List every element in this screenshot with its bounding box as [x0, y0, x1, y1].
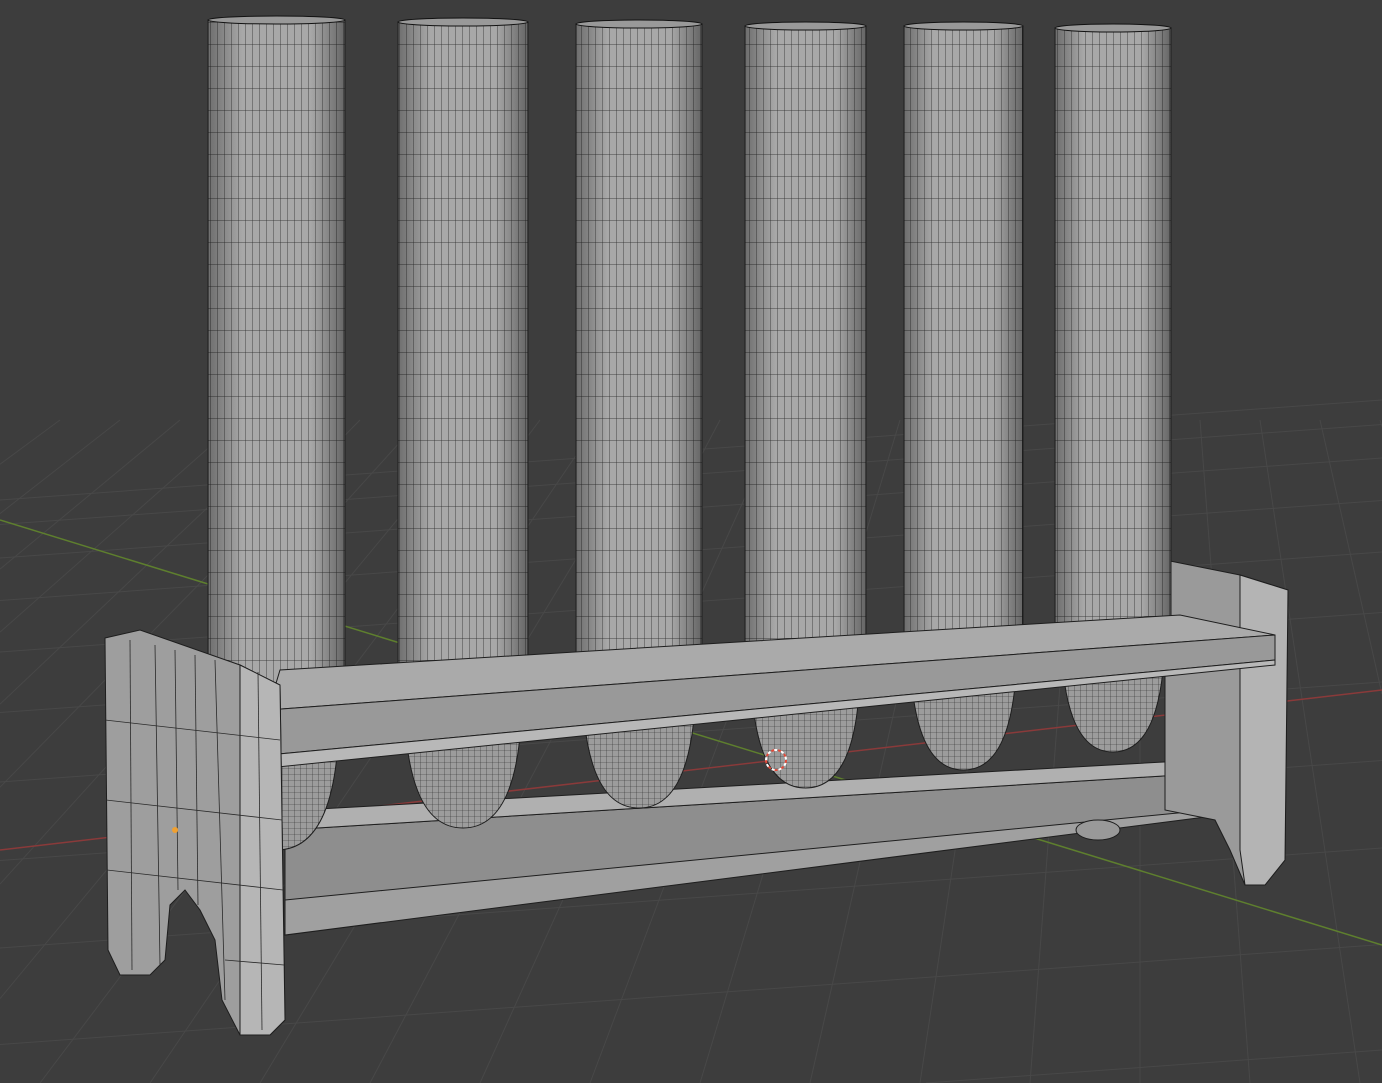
test-tube-shading — [208, 20, 345, 710]
test-tube-shading — [1055, 28, 1171, 625]
test-tube-cap — [207, 15, 346, 25]
viewport-canvas[interactable] — [0, 0, 1382, 1083]
test-tube-cap — [1054, 23, 1172, 33]
test-tube-shading — [745, 26, 866, 660]
origin-point-icon — [172, 827, 178, 833]
test-tube-cap — [744, 21, 867, 31]
test-tube-cap — [575, 19, 703, 29]
test-tube-shading — [576, 24, 702, 672]
test-tube-shading — [398, 22, 528, 690]
test-tube-cap — [397, 17, 529, 27]
test-tube-cap — [903, 21, 1024, 31]
3d-viewport[interactable] — [0, 0, 1382, 1083]
rack-left-end-panel[interactable] — [104, 629, 286, 1036]
test-tube-shading — [904, 26, 1023, 640]
